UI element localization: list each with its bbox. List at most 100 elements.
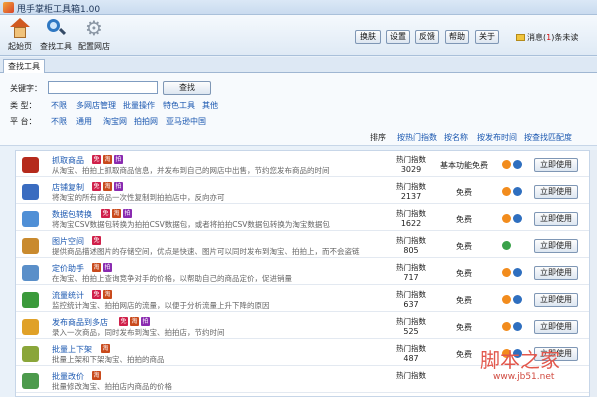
- keyword-input[interactable]: [48, 81, 158, 94]
- feedback-button[interactable]: 反馈: [415, 30, 439, 44]
- tab-find-tools[interactable]: 查找工具: [3, 59, 45, 74]
- price-label: 免费: [456, 215, 472, 224]
- platform-option-amazon[interactable]: 亚马逊中国: [166, 116, 206, 127]
- help-button[interactable]: 帮助: [445, 30, 469, 44]
- tool-description: 批量上架和下架淘宝、拍拍的商品: [52, 355, 165, 364]
- message-link[interactable]: 消息(1)条未读: [516, 32, 578, 43]
- taobao-support-icon: [502, 268, 511, 277]
- window-title: 甩手掌柜工具箱1.00: [17, 5, 101, 15]
- skin-button[interactable]: 换肤: [355, 30, 381, 44]
- paipai-badge-icon: [114, 182, 123, 191]
- settings-button[interactable]: 设置: [386, 30, 410, 44]
- paipai-support-icon: [513, 160, 522, 169]
- hot-index-value: 2137: [400, 192, 422, 201]
- use-now-button[interactable]: 立即使用: [534, 185, 578, 199]
- free-badge-icon: [101, 209, 110, 218]
- paipai-badge-icon: [114, 155, 123, 164]
- hot-index-value: 805: [403, 246, 419, 255]
- tool-icon: [22, 373, 39, 389]
- hot-index-value: 3029: [400, 165, 422, 174]
- taobao-badge-icon: [112, 209, 121, 218]
- toolbar-home-label: 起始页: [8, 42, 32, 51]
- message-suffix: )条未读: [551, 33, 579, 42]
- tool-icon: [22, 292, 39, 308]
- use-now-button[interactable]: 立即使用: [534, 212, 578, 226]
- paipai-support-icon: [513, 268, 522, 277]
- platform-badges: [101, 209, 132, 218]
- taobao-badge-icon: [103, 290, 112, 299]
- type-option-any[interactable]: 不限: [51, 100, 67, 111]
- taobao-support-icon: [502, 214, 511, 223]
- price-label: 免费: [456, 269, 472, 278]
- paipai-support-icon: [513, 187, 522, 196]
- use-now-button[interactable]: 立即使用: [534, 320, 578, 334]
- platform-badges: [92, 371, 101, 380]
- tool-icon: [22, 265, 39, 281]
- keyword-label: 关键字：: [10, 84, 42, 93]
- price-label: 基本功能免费: [440, 161, 488, 170]
- hot-index-label: 热门指数: [396, 371, 426, 380]
- platform-badges: [92, 182, 123, 191]
- tool-description: 批量修改淘宝、拍拍店内商品的价格: [52, 382, 172, 391]
- hot-index-label: 热门指数: [396, 344, 426, 353]
- hot-index-value: 717: [403, 273, 419, 282]
- taobao-support-icon: [502, 187, 511, 196]
- paipai-support-icon: [513, 214, 522, 223]
- platform-badges: [92, 263, 112, 272]
- hot-index-label: 热门指数: [396, 263, 426, 272]
- type-option-multi-shop[interactable]: 多网店管理: [76, 100, 116, 111]
- sort-label: 排序: [370, 133, 386, 142]
- paipai-badge-icon: [103, 263, 112, 272]
- watermark-url: www.jb51.net: [493, 372, 555, 382]
- search-button[interactable]: 查找: [163, 81, 211, 95]
- platform-option-any[interactable]: 不限: [51, 116, 67, 127]
- platform-label: 平 台：: [10, 117, 37, 126]
- hot-index-value: 1622: [400, 219, 422, 228]
- type-option-batch[interactable]: 批量操作: [123, 100, 155, 111]
- sort-by-name[interactable]: 按名称: [444, 132, 468, 143]
- tool-icon: [22, 319, 39, 335]
- vertical-scrollbar[interactable]: [590, 150, 597, 397]
- taobao-support-icon: [502, 160, 511, 169]
- sort-by-date[interactable]: 按发布时间: [477, 132, 517, 143]
- hot-index-label: 热门指数: [396, 155, 426, 164]
- use-now-button[interactable]: 立即使用: [534, 293, 578, 307]
- tool-row: 数据包转换将淘宝CSV数据包转换为拍拍CSV数据包，或者将拍拍CSV数据包转换为…: [16, 207, 589, 231]
- use-now-button[interactable]: 立即使用: [534, 266, 578, 280]
- paipai-support-icon: [513, 322, 522, 331]
- use-now-button[interactable]: 立即使用: [534, 239, 578, 253]
- price-label: 免费: [456, 296, 472, 305]
- tab-bar: 查找工具: [0, 57, 597, 74]
- platform-badges: [92, 290, 112, 299]
- tool-description: 将淘宝CSV数据包转换为拍拍CSV数据包，或者将拍拍CSV数据包转换为淘宝数据包: [52, 220, 330, 229]
- toolbar-config-shop-button[interactable]: ⚙ 配置网店: [76, 18, 112, 52]
- tool-row: 图片空间提供商品描述图片的存储空间，优点是快速、图片可以同时发布到淘宝、拍拍上，…: [16, 234, 589, 258]
- paipai-badge-icon: [123, 209, 132, 218]
- toolbar-home-button[interactable]: 起始页: [2, 18, 38, 52]
- hot-index-value: 487: [403, 354, 419, 363]
- taobao-support-icon: [502, 295, 511, 304]
- tool-icon: [22, 157, 39, 173]
- platform-option-general[interactable]: 通用: [76, 116, 92, 127]
- taobao-badge-icon: [130, 317, 139, 326]
- taobao-badge-icon: [103, 155, 112, 164]
- tool-description: 将淘宝的所有商品一次性复制到拍拍店中，反向亦可: [52, 193, 225, 202]
- tool-row: 流量统计监控统计淘宝、拍拍网店的流量，以便于分析流量上升下降的原因热门指数637…: [16, 288, 589, 312]
- toolbar-find-tools-label: 查找工具: [40, 42, 72, 51]
- use-now-button[interactable]: 立即使用: [534, 158, 578, 172]
- sort-by-relevance[interactable]: 按查找匹配度: [524, 132, 572, 143]
- watermark-title: 脚本之家: [480, 348, 560, 372]
- platform-option-taobao[interactable]: 淘宝网: [103, 116, 127, 127]
- tool-row: 定价助手在淘宝、拍拍上查询竞争对手的价格，以帮助自己的商品定价，促进销量热门指数…: [16, 261, 589, 285]
- type-option-other[interactable]: 其他: [202, 100, 218, 111]
- tool-icon: [22, 211, 39, 227]
- toolbar-find-tools-button[interactable]: 查找工具: [38, 18, 74, 52]
- hot-index-label: 热门指数: [396, 317, 426, 326]
- price-label: 免费: [456, 242, 472, 251]
- sort-by-hot[interactable]: 按热门指数: [397, 132, 437, 143]
- type-option-featured[interactable]: 特色工具: [163, 100, 195, 111]
- free-badge-icon: [92, 155, 101, 164]
- platform-option-paipai[interactable]: 拍拍网: [134, 116, 158, 127]
- about-button[interactable]: 关于: [475, 30, 499, 44]
- magnifier-icon: [46, 18, 67, 38]
